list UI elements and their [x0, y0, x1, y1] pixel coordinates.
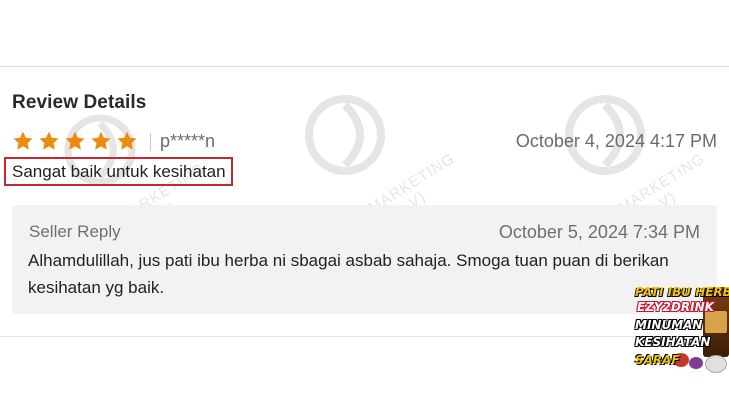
star-icon: [65, 131, 85, 150]
star-icon: [91, 131, 111, 150]
seller-reply-box: Seller Reply October 5, 2024 7:34 PM Alh…: [12, 205, 717, 314]
seller-reply-date: October 5, 2024 7:34 PM: [498, 222, 700, 242]
review-date: October 4, 2024 4:17 PM: [515, 131, 717, 151]
bottom-divider: [0, 336, 729, 337]
ad-line-3: MINUMAN: [635, 318, 703, 332]
star-icon: [13, 131, 33, 150]
star-icon: [39, 131, 59, 150]
star-rating: [12, 130, 138, 152]
ad-line-4: KESIHATAN: [635, 335, 711, 349]
reviewer-username: p*****n: [160, 131, 216, 151]
separator: [150, 133, 151, 151]
ad-line-1: PATI IBU HERBA: [635, 285, 729, 299]
fruit-image: [705, 355, 727, 373]
product-ad-badge[interactable]: PATI IBU HERBA EZY2DRINK MINUMAN KESIHAT…: [633, 283, 729, 375]
watermark-logo: [305, 95, 385, 175]
ad-line-5: SARAF: [635, 353, 680, 367]
review-text: Sangat baik untuk kesihatan: [4, 157, 233, 186]
section-title: Review Details: [12, 92, 147, 113]
seller-reply-text: Alhamdulillah, jus pati ibu herba ni sba…: [28, 251, 669, 297]
bottle-label: [705, 311, 727, 333]
seller-reply-label: Seller Reply: [29, 222, 121, 241]
fruit-image: [689, 357, 703, 369]
star-icon: [117, 131, 137, 150]
top-divider: [0, 66, 729, 67]
ad-line-2: EZY2DRINK: [637, 300, 714, 314]
